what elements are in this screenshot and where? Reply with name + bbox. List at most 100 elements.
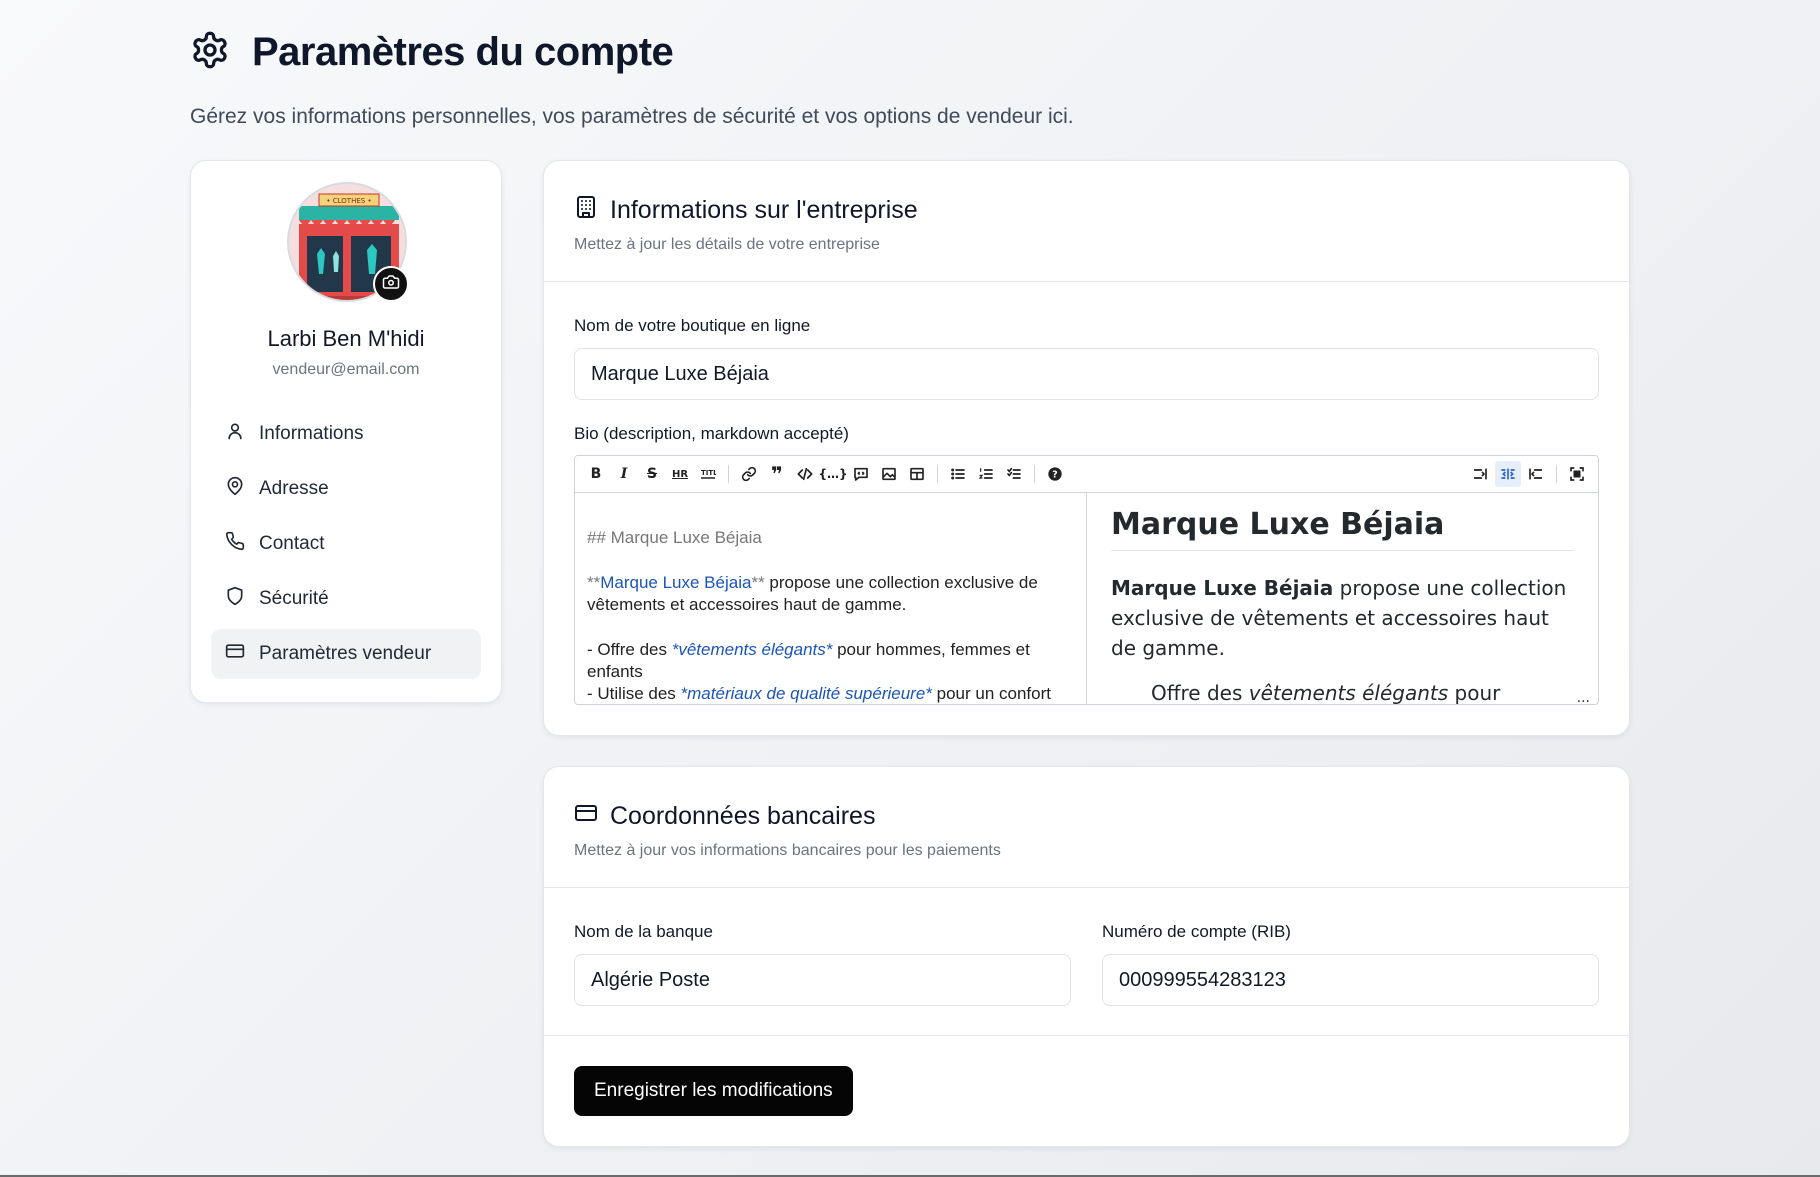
md-heading: ## Marque Luxe Béjaia <box>587 528 762 547</box>
task-list-button[interactable] <box>1001 461 1027 487</box>
change-avatar-button[interactable] <box>373 266 409 302</box>
user-name: Larbi Ben M'hidi <box>267 326 425 351</box>
comment-button[interactable] <box>848 461 874 487</box>
hr-icon: HR <box>671 468 689 480</box>
sidebar-item-label: Informations <box>259 423 364 444</box>
table-icon <box>910 467 924 481</box>
italic-button[interactable]: I <box>611 461 637 487</box>
fullscreen-button[interactable] <box>1564 461 1590 487</box>
md-list-item: - Utilise des *matériaux de qualité supé… <box>587 683 1074 704</box>
gear-icon <box>190 30 230 75</box>
rib-input[interactable]: 000999554283123 <box>1102 954 1599 1006</box>
card-subtitle: Mettez à jour vos informations bancaires… <box>574 842 1001 859</box>
code-block-button[interactable]: {…} <box>818 461 848 487</box>
bank-info-card: Coordonnées bancaires Mettez à jour vos … <box>543 766 1630 1147</box>
md-text: - Utilise des <box>587 684 681 703</box>
toolbar-separator <box>1034 465 1035 483</box>
card-header: Informations sur l'entreprise Mettez à j… <box>544 161 1629 282</box>
link-button[interactable] <box>736 461 762 487</box>
sidebar-item-securite[interactable]: Sécurité <box>211 574 481 624</box>
company-info-card: Informations sur l'entreprise Mettez à j… <box>543 160 1630 736</box>
edit-mode-icon <box>1474 468 1487 480</box>
table-button[interactable] <box>904 461 930 487</box>
preview-mode-icon <box>1529 468 1542 480</box>
markdown-preview: Marque Luxe Béjaia Marque Luxe Béjaia pr… <box>1087 493 1598 705</box>
avatar-sign: • CLOTHES • <box>326 197 371 205</box>
title-button[interactable]: TITLE <box>695 461 721 487</box>
svg-text:?: ? <box>1052 469 1057 480</box>
preview-emphasis: vêtements élégants <box>1248 681 1449 705</box>
bold-button[interactable]: B <box>583 461 609 487</box>
shop-name-label: Nom de votre boutique en ligne <box>574 316 811 335</box>
quote-button[interactable]: ❞ <box>764 461 790 487</box>
shop-name-input[interactable]: Marque Luxe Béjaia <box>574 348 1599 400</box>
markdown-input[interactable]: ## Marque Luxe Béjaia **Marque Luxe Béja… <box>575 493 1087 704</box>
editor-toolbar: B I S HR TITLE ❞ {…} <box>575 456 1598 493</box>
bank-name-label: Nom de la banque <box>574 922 713 941</box>
strikethrough-button[interactable]: S <box>639 461 665 487</box>
md-emphasis: *matériaux de qualité supérieure* <box>680 684 932 703</box>
phone-icon <box>225 531 245 557</box>
sidebar-item-label: Contact <box>259 533 325 554</box>
sidebar-item-parametres-vendeur[interactable]: Paramètres vendeur <box>211 629 481 679</box>
sidebar-item-contact[interactable]: Contact <box>211 519 481 569</box>
split-mode-icon <box>1501 468 1515 480</box>
card-subtitle: Mettez à jour les détails de votre entre… <box>574 236 880 253</box>
code-button[interactable] <box>792 461 818 487</box>
toolbar-separator <box>1556 465 1557 483</box>
shield-icon <box>225 586 245 612</box>
preview-mode-button[interactable] <box>1523 461 1549 487</box>
md-bold-marker: ** <box>587 573 601 592</box>
image-button[interactable] <box>876 461 902 487</box>
bio-label: Bio (description, markdown accepté) <box>574 424 849 443</box>
user-icon <box>225 421 245 447</box>
preview-text: Offre des <box>1151 681 1249 705</box>
italic-icon: I <box>620 466 628 482</box>
preview-list-item: Offre des vêtements élégants pour hommes… <box>1111 681 1574 705</box>
camera-icon <box>382 273 400 296</box>
code-icon <box>797 467 813 481</box>
md-text: - Offre des <box>587 640 672 659</box>
ordered-list-button[interactable] <box>973 461 999 487</box>
preview-paragraph: Marque Luxe Béjaia propose une collectio… <box>1111 573 1574 663</box>
strikethrough-icon: S <box>646 466 658 482</box>
sidebar-item-adresse[interactable]: Adresse <box>211 464 481 514</box>
fullscreen-icon <box>1570 467 1584 481</box>
help-button[interactable]: ? <box>1042 461 1068 487</box>
card-title: Coordonnées bancaires <box>610 802 876 830</box>
ordered-list-icon <box>978 468 993 479</box>
hr-button[interactable]: HR <box>667 461 693 487</box>
map-pin-icon <box>225 476 245 502</box>
edit-mode-button[interactable] <box>1467 461 1493 487</box>
toolbar-separator <box>937 465 938 483</box>
preview-heading: Marque Luxe Béjaia <box>1111 507 1574 551</box>
sidebar-item-informations[interactable]: Informations <box>211 409 481 459</box>
bold-icon: B <box>590 466 602 482</box>
help-icon: ? <box>1048 467 1062 481</box>
unordered-list-button[interactable] <box>945 461 971 487</box>
md-list-item: - Offre des *vêtements élégants* pour ho… <box>587 639 1074 683</box>
page-subtitle: Gérez vos informations personnelles, vos… <box>190 105 1074 128</box>
save-changes-button[interactable]: Enregistrer les modifications <box>574 1066 853 1116</box>
card-footer-divider <box>544 1035 1629 1036</box>
user-email: vendeur@email.com <box>272 361 420 378</box>
task-list-icon <box>1007 467 1021 479</box>
rib-label: Numéro de compte (RIB) <box>1102 922 1291 941</box>
sidebar-nav: Informations Adresse Contact Sécurité Pa… <box>211 409 481 684</box>
editor-body: ## Marque Luxe Béjaia **Marque Luxe Béja… <box>575 493 1598 705</box>
credit-card-icon <box>225 641 245 667</box>
avatar-container: • CLOTHES • <box>287 182 409 302</box>
bank-name-input[interactable]: Algérie Poste <box>574 954 1071 1006</box>
credit-card-icon <box>574 801 598 832</box>
sidebar-item-label: Adresse <box>259 478 329 499</box>
md-strong: Marque Luxe Béjaia <box>600 573 752 592</box>
braces-icon: {…} <box>818 467 848 481</box>
quote-icon: ❞ <box>771 462 783 486</box>
svg-text:TITLE: TITLE <box>701 469 716 477</box>
profile-sidebar: • CLOTHES • Larbi Ben M'hidi vendeur@ema… <box>190 160 502 703</box>
md-emphasis: *vêtements élégants* <box>671 640 833 659</box>
sidebar-item-label: Sécurité <box>259 588 329 609</box>
page-title: Paramètres du compte <box>252 30 674 74</box>
unordered-list-icon <box>951 468 965 480</box>
split-mode-button[interactable] <box>1495 461 1521 487</box>
